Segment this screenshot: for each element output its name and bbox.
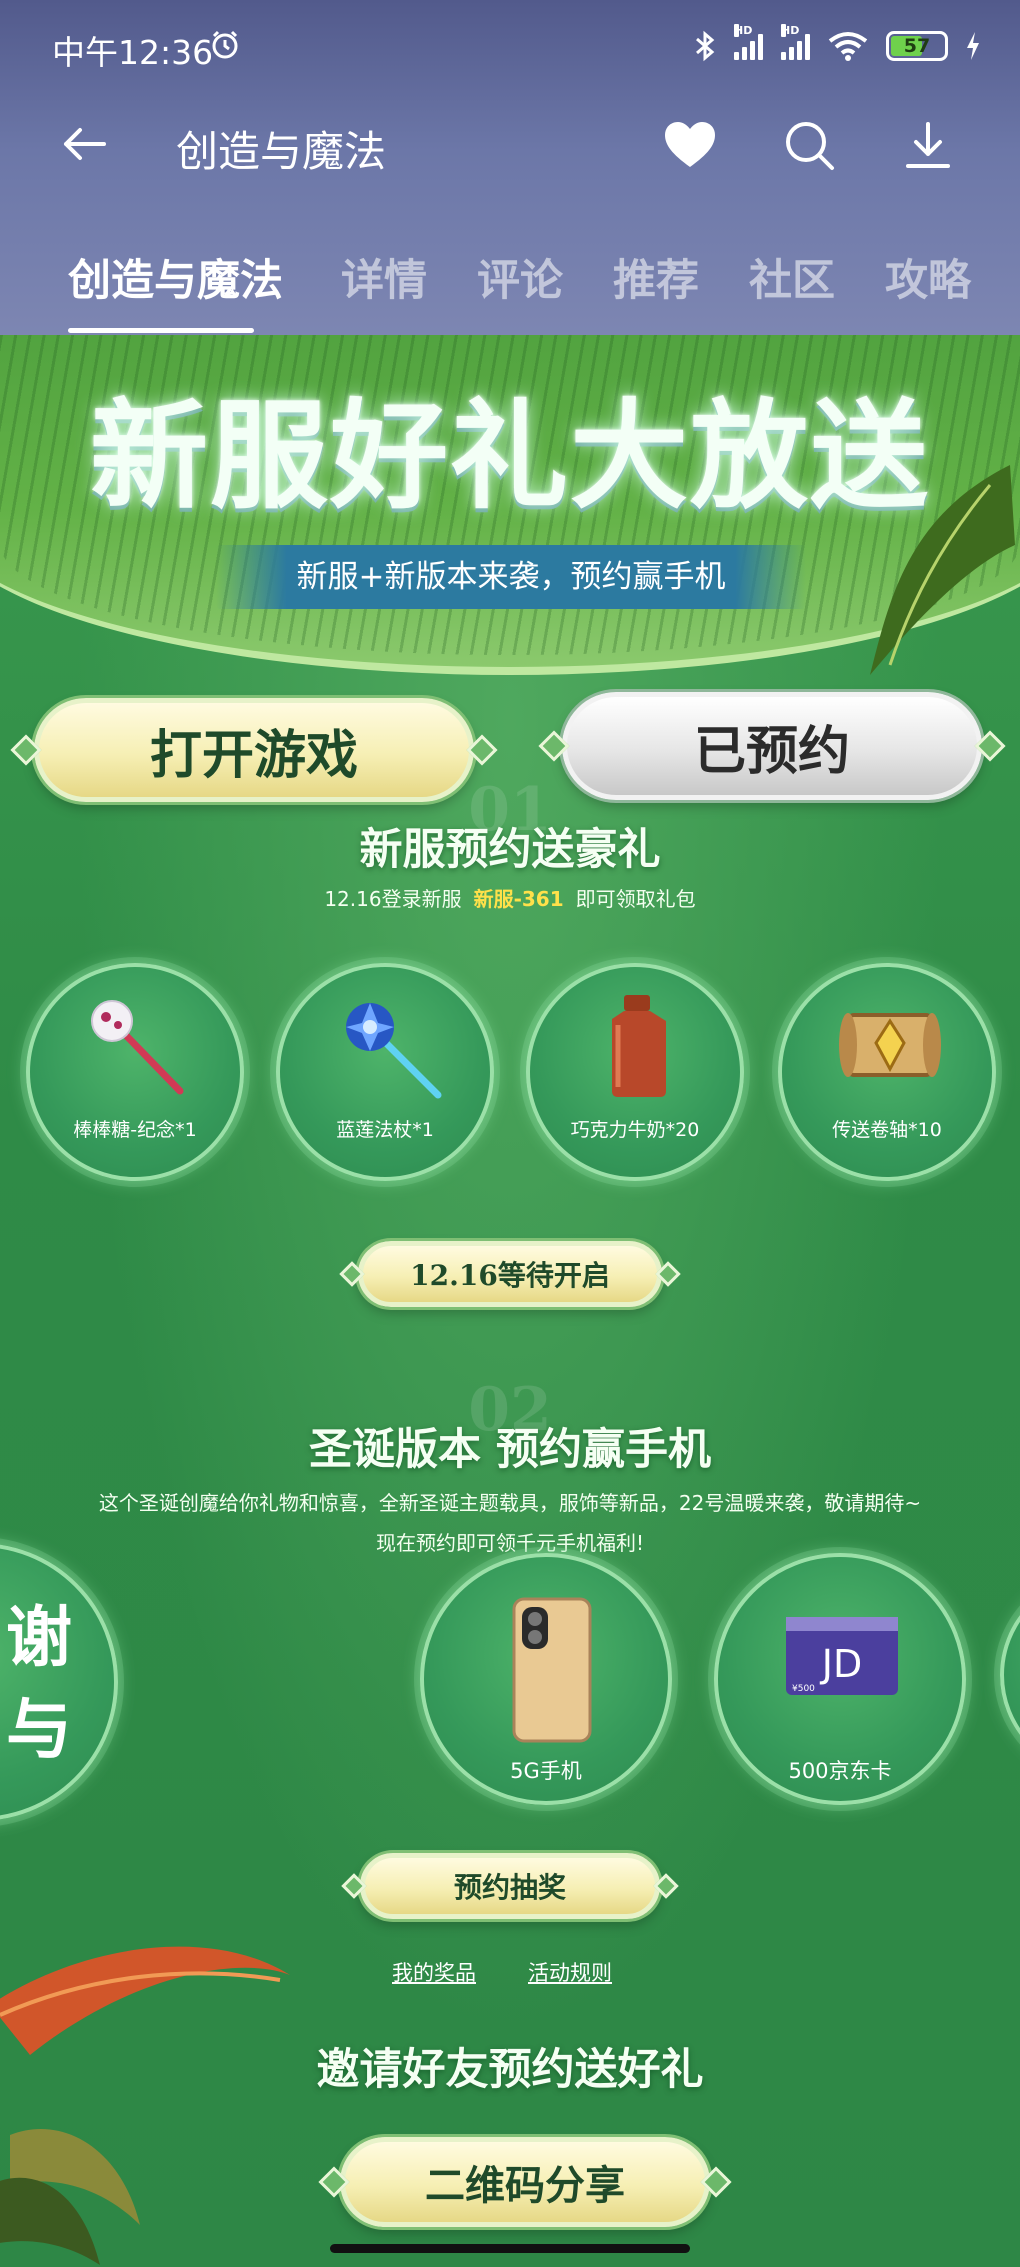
tab-community[interactable]: 社区 (749, 246, 835, 308)
bluetooth-icon (696, 30, 715, 62)
diamond-ornament (655, 1261, 681, 1287)
chocolate-milk-icon (612, 995, 666, 1097)
diamond-ornament (10, 734, 42, 766)
reward-item: 蓝莲法杖*1 (276, 963, 494, 1181)
tab-bar: 创造与魔法 详情 评论 推荐 社区 攻略 (0, 240, 1020, 335)
reward-item: 巧克力牛奶*20 (526, 963, 744, 1181)
section3-title: 邀请好友预约送好礼 (316, 2045, 704, 2095)
charging-icon (967, 32, 979, 60)
prize-item: 5G手机 (420, 1553, 672, 1805)
section2-description-line1: 这个圣诞创魔给你礼物和惊喜，全新圣诞主题载具，服饰等新品，22号温暖来袭，敬请期… (98, 1491, 922, 1515)
lottery-label: 预约抽奖 (453, 1871, 566, 1904)
qr-share-label: 二维码分享 (425, 2162, 625, 2209)
reward-label: 蓝莲法杖*1 (336, 1119, 434, 1141)
prize-label: 500京东卡 (788, 1759, 892, 1783)
prize-label: 5G手机 (510, 1759, 582, 1783)
hd-label-2: HD (781, 24, 800, 37)
back-arrow-icon[interactable] (58, 118, 110, 170)
jd-logo-text: JD (820, 1642, 862, 1686)
search-icon[interactable] (782, 118, 838, 174)
battery-icon: 57 (886, 31, 948, 61)
tab-recommend[interactable]: 推荐 (613, 246, 699, 308)
app-bar: 创造与魔法 (0, 100, 1020, 190)
activity-page: 新服好礼大放送 新服+新版本来袭，预约赢手机 打开游戏 已预约 01 新服预约送… (0, 335, 1020, 2267)
jd-card-icon: JD ¥500 (786, 1617, 898, 1695)
qr-share-button[interactable]: 二维码分享 (318, 2137, 732, 2227)
download-icon[interactable] (900, 118, 956, 174)
wait-open-button[interactable]: 12.16等待开启 (339, 1241, 681, 1307)
desc-suffix: 即可领取礼包 (575, 887, 696, 911)
tab-active-indicator (68, 328, 254, 333)
tab-comments[interactable]: 评论 (477, 246, 563, 308)
reserved-label: 已预约 (693, 720, 850, 782)
diamond-ornament (466, 734, 498, 766)
banner-title: 新服好礼大放送 (89, 386, 930, 525)
reward-item: 传送卷轴*10 (778, 963, 996, 1181)
lottery-button[interactable]: 预约抽奖 (341, 1853, 679, 1919)
section1-description: 12.16登录新服 新服-361 即可领取礼包 (0, 883, 1020, 912)
diamond-ornament (974, 730, 1006, 762)
tab-guide[interactable]: 攻略 (885, 246, 1020, 308)
desc-prefix: 12.16登录新服 (324, 887, 462, 911)
wifi-icon (828, 32, 868, 61)
prize-item-partial-right (1000, 1575, 1020, 1775)
prize-item: JD ¥500 500京东卡 (714, 1553, 966, 1805)
signal-icon-2: HD (781, 24, 810, 60)
diamond-ornament (318, 2166, 350, 2198)
status-icons: HD HD 57 (694, 24, 980, 64)
diamond-ornament (339, 1261, 365, 1287)
battery-level: 57 (903, 35, 931, 57)
tab-game[interactable]: 创造与魔法 (68, 246, 283, 308)
favorite-heart-icon[interactable] (662, 118, 718, 174)
lollipop-icon (91, 1000, 184, 1095)
header: 中午12:36 HD HD 57 创造与魔法 创造与魔法 详情 评论 推荐 社区… (0, 0, 1020, 335)
diamond-ornament (700, 2166, 732, 2198)
section2-title: 圣诞版本 预约赢手机 (309, 1425, 711, 1475)
smartphone-icon (512, 1597, 592, 1743)
rules-link[interactable]: 活动规则 (528, 1957, 612, 1987)
page-title: 创造与魔法 (176, 127, 387, 176)
card-value-text: ¥500 (792, 1684, 815, 1694)
reward-label: 传送卷轴*10 (832, 1119, 942, 1141)
status-time: 中午12:36 (52, 33, 214, 72)
prize-item-partial: 谢 与 (0, 1543, 118, 1821)
reward-item: 棒棒糖-纪念*1 (26, 963, 244, 1181)
reward-label: 巧克力牛奶*20 (570, 1119, 700, 1141)
diamond-ornament (538, 730, 570, 762)
partial-prize-text: 谢 与 (6, 1599, 72, 1768)
reward-label: 棒棒糖-纪念*1 (73, 1119, 197, 1141)
alarm-icon (212, 30, 238, 59)
server-name: 新服-361 (473, 887, 564, 911)
teleport-scroll-icon (839, 1013, 941, 1077)
diamond-ornament (653, 1873, 679, 1899)
blue-lotus-staff-icon (346, 1003, 442, 1099)
home-indicator[interactable] (330, 2244, 690, 2253)
tab-details[interactable]: 详情 (341, 246, 427, 308)
diamond-ornament (341, 1873, 367, 1899)
status-bar: 中午12:36 HD HD 57 (0, 0, 1020, 95)
wait-open-label: 12.16等待开启 (410, 1259, 610, 1292)
my-prizes-link[interactable]: 我的奖品 (392, 1957, 476, 1987)
banner-subtitle: 新服+新版本来袭，预约赢手机 (216, 545, 806, 609)
signal-icon: HD (734, 24, 763, 60)
hd-label: HD (734, 24, 753, 37)
section2-description-line2: 现在预约即可领千元手机福利! (375, 1531, 645, 1555)
section1-title: 新服预约送豪礼 (359, 825, 661, 875)
